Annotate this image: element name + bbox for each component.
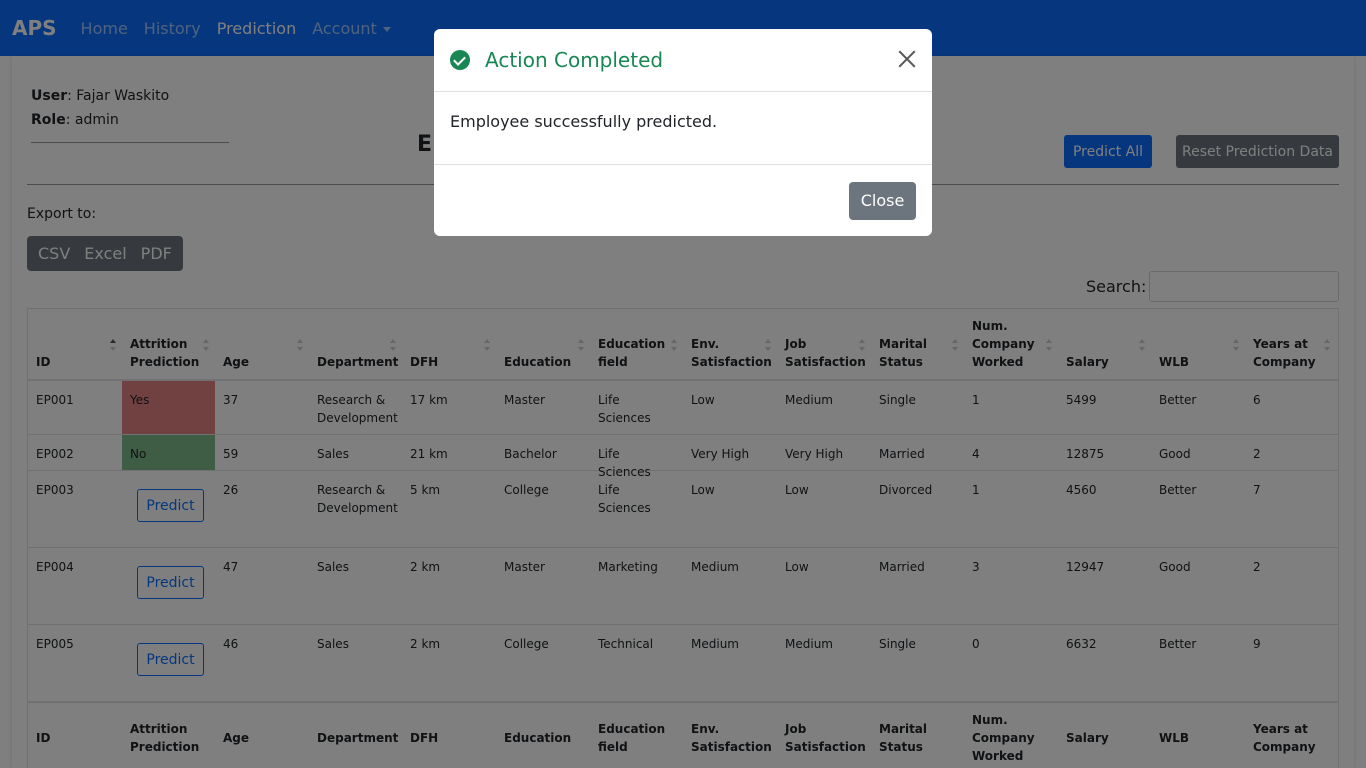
- close-button[interactable]: Close: [849, 181, 916, 220]
- modal-footer: Close: [434, 165, 932, 236]
- modal-title: Action Completed: [485, 48, 664, 72]
- modal-body: Employee successfully predicted.: [434, 92, 932, 165]
- action-completed-modal: Action Completed Employee successfully p…: [434, 29, 932, 236]
- modal-header: Action Completed: [434, 29, 932, 92]
- close-icon[interactable]: [898, 50, 916, 68]
- check-circle-icon: [450, 50, 470, 70]
